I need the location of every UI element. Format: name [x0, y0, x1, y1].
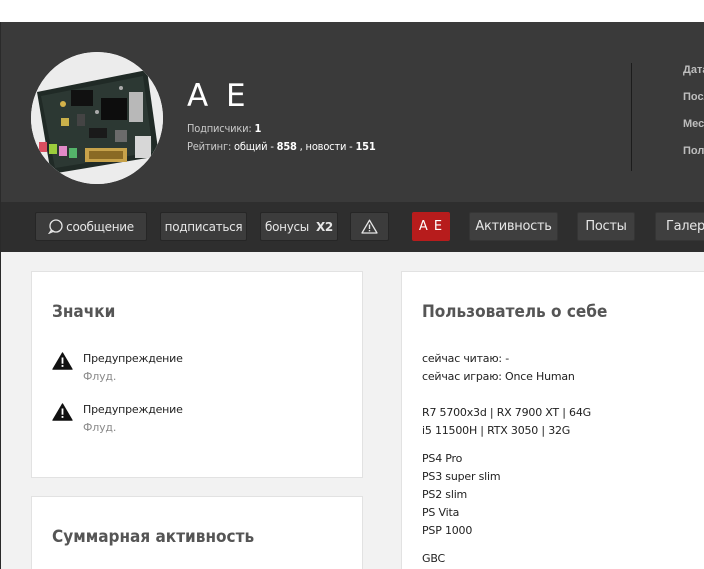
badges-card: Значки Предупреждение Флуд. Предупрежден…	[31, 271, 363, 478]
info-label-date: Дата	[683, 64, 704, 76]
warning-icon	[52, 352, 73, 375]
subscribers-stat: Подписчики: 1	[187, 122, 261, 135]
badges-card-title: Значки	[52, 302, 116, 322]
rating-general-label: общий -	[234, 140, 274, 153]
subscribe-button-label: подписаться	[164, 219, 243, 234]
bonuses-button[interactable]: бонусы X2	[260, 212, 338, 241]
header-divider	[631, 63, 632, 171]
bonuses-button-label: бонусы	[265, 219, 309, 234]
badge-description: Флуд.	[83, 421, 117, 434]
badge-description: Флуд.	[83, 370, 117, 383]
about-line: сейчас читаю: -	[422, 352, 509, 365]
subscribers-count[interactable]: 1	[254, 122, 261, 135]
rating-news-value: 151	[355, 140, 376, 153]
rating-stat: Рейтинг: общий - 858 , новости - 151	[187, 140, 376, 153]
tab-posts[interactable]: Посты	[577, 212, 635, 241]
username: A E	[187, 78, 250, 114]
rating-label: Рейтинг:	[187, 140, 232, 153]
warning-icon	[361, 219, 378, 234]
about-card-title: Пользователь о себе	[422, 302, 608, 322]
info-label-location: Мест	[683, 118, 704, 130]
tab-profile-label: A E	[418, 219, 444, 234]
tab-gallery-label: Галере	[666, 219, 704, 234]
rating-general-value: 858	[276, 140, 297, 153]
about-card: Пользователь о себе сейчас читаю: - сейч…	[401, 271, 704, 569]
report-button[interactable]	[350, 212, 389, 241]
activity-card: Суммарная активность	[31, 496, 363, 569]
about-line: i5 11500H | RTX 3050 | 32G	[422, 424, 571, 437]
about-line: PS3 super slim	[422, 470, 501, 483]
avatar-image	[31, 52, 163, 184]
about-line: PSP 1000	[422, 524, 473, 537]
top-strip	[0, 0, 704, 22]
message-button[interactable]: сообщение	[35, 212, 147, 241]
activity-card-title: Суммарная активность	[52, 527, 255, 547]
about-line: PS4 Pro	[422, 452, 463, 465]
about-line: PS2 slim	[422, 488, 468, 501]
profile-content: Значки Предупреждение Флуд. Предупрежден…	[0, 252, 704, 569]
bonuses-multiplier: X2	[315, 219, 333, 234]
avatar[interactable]	[31, 52, 163, 184]
info-label-last-visit: Посл	[683, 91, 704, 103]
subscribers-label: Подписчики:	[187, 122, 252, 135]
tab-activity-label: Активность	[475, 219, 552, 234]
rating-news-label: , новости -	[299, 140, 353, 153]
badge-name: Предупреждение	[83, 352, 183, 365]
message-button-label: сообщение	[66, 219, 134, 234]
profile-navbar: сообщение подписаться бонусы X2 A E Акти…	[0, 202, 704, 252]
badge-name: Предупреждение	[83, 403, 183, 416]
warning-icon	[52, 403, 73, 426]
about-line: сейчас играю: Once Human	[422, 370, 575, 383]
about-line: PS Vita	[422, 506, 460, 519]
about-line: GBC	[422, 552, 445, 565]
tab-activity[interactable]: Активность	[469, 212, 558, 241]
profile-header: A E Подписчики: 1 Рейтинг: общий - 858 ,…	[0, 22, 704, 202]
tab-gallery[interactable]: Галере	[655, 212, 704, 241]
about-line: R7 5700x3d | RX 7900 XT | 64G	[422, 406, 591, 419]
tab-posts-label: Посты	[585, 219, 627, 234]
chat-bubble-icon	[47, 219, 63, 235]
tab-profile[interactable]: A E	[412, 212, 450, 241]
subscribe-button[interactable]: подписаться	[160, 212, 247, 241]
info-label-gender: Пол:	[683, 145, 704, 157]
